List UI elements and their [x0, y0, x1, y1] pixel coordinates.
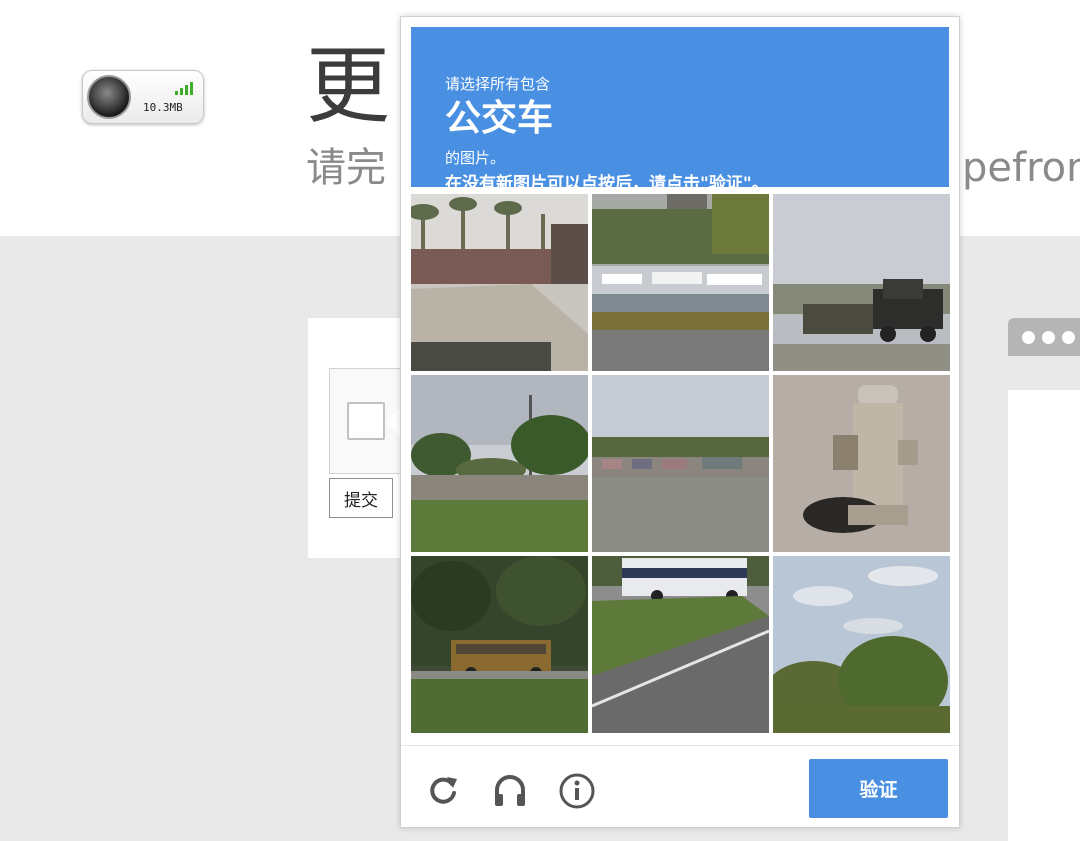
page-subtitle-right: pefron	[962, 145, 1080, 191]
image-tile-4[interactable]	[411, 375, 588, 552]
network-speed-widget[interactable]: 10.3MB	[82, 70, 204, 124]
image-tile-6[interactable]	[773, 375, 950, 552]
avatar	[87, 75, 131, 119]
image-tile-3[interactable]	[773, 194, 950, 371]
dot-icon	[1042, 331, 1055, 344]
image-tile-2[interactable]	[592, 194, 769, 371]
dot-icon	[1062, 331, 1075, 344]
prompt-target-object: 公交车	[445, 98, 554, 139]
footer-divider	[401, 745, 959, 746]
dot-icon	[1022, 331, 1035, 344]
image-tile-7[interactable]	[411, 556, 588, 733]
side-panel	[1008, 390, 1080, 841]
image-tile-8[interactable]	[592, 556, 769, 733]
image-tile-5[interactable]	[592, 375, 769, 552]
captcha-challenge: 请选择所有包含 公交车 的图片。 在没有新图片可以点按后，请点击"验证"。 验证	[400, 16, 960, 828]
prompt-hint: 在没有新图片可以点按后，请点击"验证"。	[445, 174, 769, 194]
prompt-suffix: 的图片。	[445, 149, 506, 167]
signal-bars-icon	[175, 81, 195, 95]
network-size-text: 10.3MB	[143, 101, 183, 114]
submit-button[interactable]: 提交	[329, 478, 393, 518]
page-title: 更	[306, 37, 391, 135]
reload-icon[interactable]	[423, 769, 463, 813]
image-tile-1[interactable]	[411, 194, 588, 371]
recaptcha-checkbox[interactable]	[347, 402, 385, 440]
page-subtitle: 请完	[306, 145, 386, 191]
image-tile-9[interactable]	[773, 556, 950, 733]
image-grid	[411, 194, 950, 734]
challenge-prompt: 请选择所有包含 公交车 的图片。 在没有新图片可以点按后，请点击"验证"。	[411, 27, 949, 194]
verify-button[interactable]: 验证	[809, 759, 948, 818]
info-icon[interactable]	[557, 769, 597, 813]
side-panel-header	[1008, 318, 1080, 356]
prompt-instruction: 请选择所有包含	[445, 75, 551, 93]
headphones-icon[interactable]	[490, 769, 530, 813]
